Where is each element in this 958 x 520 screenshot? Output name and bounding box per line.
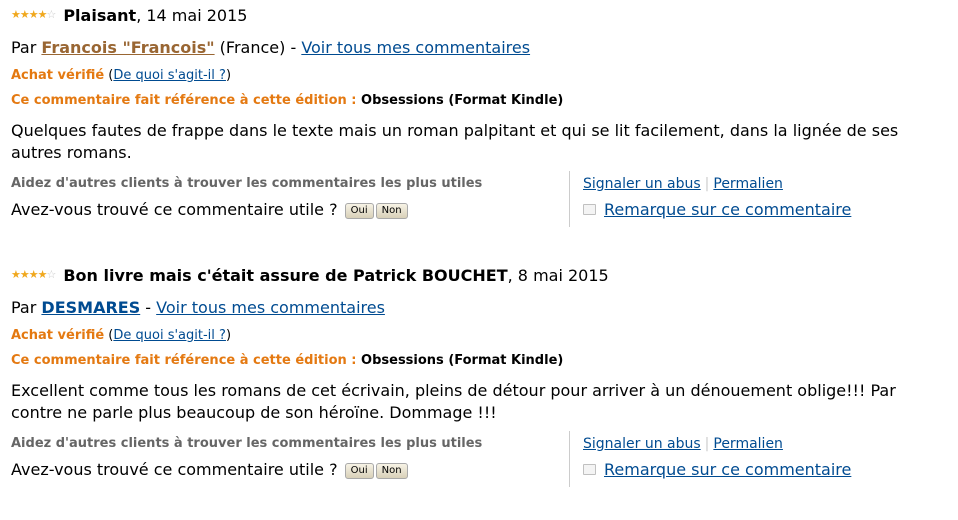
vertical-divider [569, 171, 570, 227]
useful-question: Avez-vous trouvé ce commentaire utile ? [11, 200, 343, 219]
author-link[interactable]: Francois "Francois" [41, 38, 214, 57]
paren-close: ) [225, 328, 232, 343]
report-abuse-link[interactable]: Signaler un abus [583, 436, 701, 452]
comment-icon [583, 464, 596, 475]
remark-line: Remarque sur ce commentaire [583, 460, 851, 479]
edition-value: Obsessions (Format Kindle) [361, 93, 564, 108]
see-all-reviews-link[interactable]: Voir tous mes commentaires [156, 298, 385, 317]
paren-close: ) [225, 68, 232, 83]
review-actions: Signaler un abus | Permalien [583, 436, 783, 452]
paren-open: ( [104, 328, 114, 343]
review-title: Plaisant [63, 6, 137, 25]
edition-label: Ce commentaire fait référence à cette éd… [11, 353, 362, 368]
no-button[interactable]: Non [375, 203, 408, 219]
remark-line: Remarque sur ce commentaire [583, 200, 851, 219]
edition-label: Ce commentaire fait référence à cette éd… [11, 93, 362, 108]
author-location: (France) - [214, 38, 302, 57]
review-title-line: ★★★★☆ Bon livre mais c'était assure de Pa… [11, 266, 609, 285]
yes-button[interactable]: Oui [344, 463, 374, 479]
review-2: ★★★★☆ Bon livre mais c'était assure de Pa… [0, 260, 958, 520]
review-title-line: ★★★★☆ Plaisant, 14 mai 2015 [11, 6, 247, 25]
vertical-divider [569, 431, 570, 487]
useful-question: Avez-vous trouvé ce commentaire utile ? [11, 460, 343, 479]
paren-open: ( [104, 68, 114, 83]
author-line: Par Francois "Francois" (France) - Voir … [11, 38, 530, 57]
edition-line: Ce commentaire fait référence à cette éd… [11, 93, 563, 108]
review-text: Excellent comme tous les romans de cet é… [11, 381, 896, 422]
help-prompt: Aidez d'autres clients à trouver les com… [11, 436, 483, 451]
author-line: Par DESMARES - Voir tous mes commentaire… [11, 298, 385, 317]
comment-icon [583, 204, 596, 215]
star-rating-icon: ★★★★☆ [11, 8, 56, 21]
see-all-reviews-link[interactable]: Voir tous mes commentaires [301, 38, 530, 57]
actions-separator: | [704, 436, 710, 452]
author-link[interactable]: DESMARES [41, 298, 140, 317]
review-1: ★★★★☆ Plaisant, 14 mai 2015 Par Francois … [0, 0, 958, 260]
no-button[interactable]: Non [375, 463, 408, 479]
useful-question-line: Avez-vous trouvé ce commentaire utile ? … [11, 460, 408, 479]
by-label: Par [11, 298, 42, 317]
review-actions: Signaler un abus | Permalien [583, 176, 783, 192]
author-location: - [140, 298, 157, 317]
edition-value: Obsessions (Format Kindle) [361, 353, 564, 368]
verified-purchase-label: Achat vérifié [11, 68, 105, 83]
review-title: Bon livre mais c'était assure de Patrick… [63, 266, 508, 285]
review-text: Quelques fautes de frappe dans le texte … [11, 121, 899, 162]
star-rating-icon: ★★★★☆ [11, 268, 56, 281]
what-is-this-link[interactable]: De quoi s'agit-il ? [113, 68, 226, 83]
report-abuse-link[interactable]: Signaler un abus [583, 176, 701, 192]
actions-separator: | [704, 176, 710, 192]
remark-link[interactable]: Remarque sur ce commentaire [604, 460, 851, 479]
verified-purchase-line: Achat vérifié (De quoi s'agit-il ?) [11, 68, 231, 83]
useful-question-line: Avez-vous trouvé ce commentaire utile ? … [11, 200, 408, 219]
what-is-this-link[interactable]: De quoi s'agit-il ? [113, 328, 226, 343]
by-label: Par [11, 38, 42, 57]
review-date: , 8 mai 2015 [507, 266, 609, 285]
permalink-link[interactable]: Permalien [713, 436, 783, 452]
review-date: , 14 mai 2015 [136, 6, 248, 25]
verified-purchase-line: Achat vérifié (De quoi s'agit-il ?) [11, 328, 231, 343]
yes-button[interactable]: Oui [344, 203, 374, 219]
permalink-link[interactable]: Permalien [713, 176, 783, 192]
edition-line: Ce commentaire fait référence à cette éd… [11, 353, 563, 368]
help-prompt: Aidez d'autres clients à trouver les com… [11, 176, 483, 191]
remark-link[interactable]: Remarque sur ce commentaire [604, 200, 851, 219]
verified-purchase-label: Achat vérifié [11, 328, 105, 343]
